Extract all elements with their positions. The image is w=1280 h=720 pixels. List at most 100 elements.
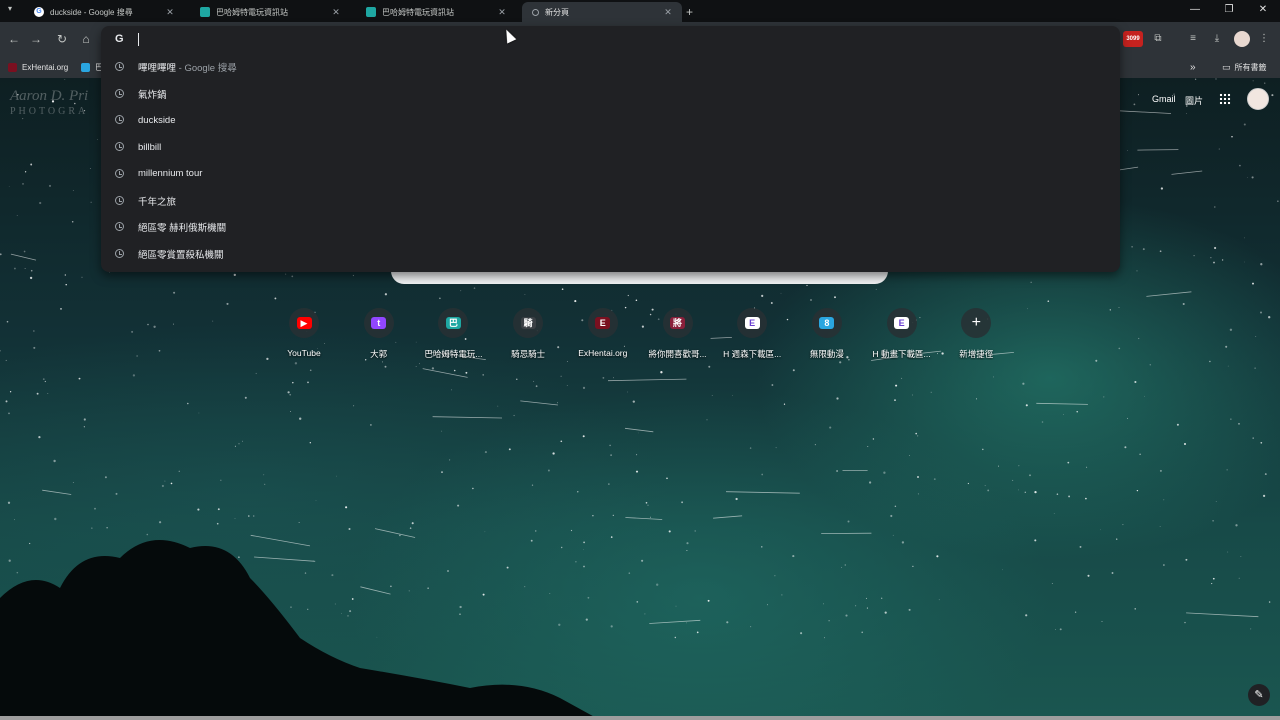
shortcut-icon: E <box>737 308 768 338</box>
tab-title: duckside - Google 搜尋 <box>50 7 133 17</box>
shortcut-tile[interactable]: E H 週森下載區... <box>715 308 789 360</box>
tab-title: 巴哈姆特電玩資訊站 <box>382 7 454 17</box>
suggestion-text: 氣炸鍋 <box>138 89 167 101</box>
extension-badge-icon[interactable]: 3099 <box>1123 31 1143 47</box>
shortcut-label: 巴哈姆特電玩... <box>424 349 483 359</box>
suggestion-text: 絕區零賞置殺私機關 <box>138 249 224 261</box>
reload-icon[interactable]: ↻ <box>53 30 71 48</box>
minimize-icon[interactable]: — <box>1178 0 1212 22</box>
shortcut-icon: 騎 <box>513 308 544 338</box>
history-icon <box>115 142 124 152</box>
images-link[interactable]: 圖片 <box>1185 94 1203 107</box>
customize-pencil-icon[interactable]: ✎ <box>1248 684 1270 706</box>
chevron-right-icon[interactable]: » <box>1190 60 1196 74</box>
tab-bahamut-2[interactable]: 巴哈姆特電玩資訊站 ✕ <box>356 2 516 22</box>
account-avatar[interactable] <box>1247 88 1269 110</box>
close-icon[interactable]: ✕ <box>496 7 508 18</box>
shortcut-favicon-icon: E <box>894 317 910 329</box>
shortcut-label: 將你開喜歡哥... <box>648 349 707 359</box>
shortcut-tile[interactable]: 8 無限動漫 <box>790 308 864 360</box>
omnibox-suggestion[interactable]: 嗶哩嗶哩 - Google 搜尋 <box>101 54 1120 80</box>
restore-icon[interactable]: ❐ <box>1212 0 1246 22</box>
home-icon[interactable]: ⌂ <box>77 30 95 48</box>
shortcut-icon: ▶ <box>289 308 319 338</box>
bookmark-ba[interactable]: 巴 <box>81 60 103 74</box>
back-icon[interactable]: ← <box>5 30 23 48</box>
suggestion-text: 千年之旅 <box>138 196 177 208</box>
shortcut-icon: t <box>363 308 394 338</box>
tab-bahamut-1[interactable]: 巴哈姆特電玩資訊站 ✕ <box>190 2 350 22</box>
bookmark-exhentai[interactable]: ExHentai.org <box>8 60 68 74</box>
close-icon[interactable]: ✕ <box>330 7 342 18</box>
shortcut-tile[interactable]: ▶ YouTube <box>267 308 341 358</box>
suggestion-text: 絕區零 赫利俄斯機關 <box>138 223 227 235</box>
profile-avatar[interactable] <box>1234 31 1250 47</box>
bookmark-favicon <box>81 62 90 72</box>
close-icon[interactable]: ✕ <box>164 7 176 18</box>
shortcut-tile[interactable]: E H 動畫下載區... <box>865 308 939 360</box>
omnibox-suggestion[interactable]: 氣炸鍋 <box>101 81 1120 107</box>
shortcut-tile[interactable]: 將將你開喜歡哥... <box>641 308 715 360</box>
shortcut-label: YouTube <box>287 348 321 358</box>
shortcut-favicon-icon: 8 <box>819 317 835 329</box>
shortcut-tile[interactable]: t 大郭 <box>342 308 416 360</box>
omnibox-suggestion[interactable]: millennium tour <box>101 161 1120 187</box>
suggestion-text: millennium tour <box>138 168 203 180</box>
forward-icon[interactable]: → <box>27 30 45 48</box>
tab-duckside[interactable]: G duckside - Google 搜尋 ✕ <box>24 2 184 22</box>
shortcut-tile[interactable]: 騎騎忌騎士 <box>491 308 565 360</box>
window-controls: — ❐ ✕ <box>1178 0 1280 22</box>
suggestion-text: billbill <box>138 141 162 153</box>
close-icon[interactable]: ✕ <box>662 7 674 18</box>
taskbar-strip <box>0 716 1280 720</box>
tab-search-icon[interactable]: ▾ <box>8 4 12 13</box>
all-bookmarks-button[interactable]: ▭ 所有書籤 <box>1222 60 1267 74</box>
omnibox-suggestion[interactable]: duckside <box>101 107 1120 133</box>
newtab-icon <box>532 8 539 16</box>
shortcut-favicon-icon: 將 <box>670 317 685 329</box>
bahamut-icon <box>200 7 210 17</box>
background-watermark: Aaron D. Pri PHOTOGRA <box>10 88 88 120</box>
all-bookmarks-label: 所有書籤 <box>1234 62 1267 72</box>
add-shortcut-icon: + <box>971 314 981 331</box>
shortcut-icon: + <box>961 308 992 338</box>
tab-title: 巴哈姆特電玩資訊站 <box>216 7 288 17</box>
shortcut-favicon-icon: ▶ <box>296 317 312 329</box>
shortcut-label: H 週森下載區... <box>723 349 782 359</box>
shortcut-tile[interactable]: 巴巴哈姆特電玩... <box>416 308 490 360</box>
watermark-name: Aaron D. Pri <box>10 88 89 104</box>
tab-strip: ▾ G duckside - Google 搜尋 ✕ 巴哈姆特電玩資訊站 ✕ 巴… <box>0 0 1280 22</box>
window-close-icon[interactable]: ✕ <box>1246 0 1280 22</box>
tab-new-tab[interactable]: 新分頁 ✕ <box>522 2 682 22</box>
shortcut-label: ExHentai.org <box>578 348 628 358</box>
omnibox-input[interactable]: G <box>101 26 1120 52</box>
omnibox-suggestion[interactable]: 絕區零賞置殺私機關 <box>101 241 1120 267</box>
shortcut-favicon-icon: E <box>595 317 611 329</box>
google-icon: G <box>115 33 124 45</box>
suggestion-text: duckside <box>138 114 176 126</box>
history-icon <box>115 195 124 205</box>
folder-icon: ▭ <box>1222 61 1231 72</box>
media-control-icon[interactable]: ≡ <box>1185 31 1201 47</box>
menu-kebab-icon[interactable]: ⋮ <box>1256 31 1272 47</box>
shortcut-icon: 將 <box>662 308 693 338</box>
gmail-link[interactable]: Gmail <box>1152 94 1176 104</box>
history-icon <box>115 88 124 98</box>
shortcut-tile[interactable]: E ExHentai.org <box>566 308 640 358</box>
shortcut-favicon-icon: 巴 <box>445 317 461 329</box>
new-tab-button[interactable]: + <box>686 2 693 22</box>
suggestion-text: 嗶哩嗶哩 - Google 搜尋 <box>138 63 237 74</box>
extensions-puzzle-icon[interactable]: ⧉ <box>1150 31 1166 47</box>
shortcut-tile[interactable]: + 新增捷徑 <box>939 308 1013 360</box>
download-icon[interactable]: ⤓ <box>1209 31 1225 47</box>
shortcut-favicon-icon: 騎 <box>520 317 536 329</box>
shortcut-icon: E <box>587 308 618 338</box>
shortcut-label: H 動畫下載區... <box>872 349 931 359</box>
omnibox-dropdown: G 嗶哩嗶哩 - Google 搜尋 氣炸鍋 duckside billbill mil… <box>101 26 1120 272</box>
bookmark-label: ExHentai.org <box>22 62 69 72</box>
omnibox-suggestion[interactable]: billbill <box>101 134 1120 160</box>
shortcut-icon: 巴 <box>438 308 469 338</box>
omnibox-suggestion[interactable]: 千年之旅 <box>101 188 1120 214</box>
apps-grid-icon[interactable] <box>1219 93 1231 105</box>
omnibox-suggestion[interactable]: 絕區零 赫利俄斯機關 <box>101 214 1120 240</box>
